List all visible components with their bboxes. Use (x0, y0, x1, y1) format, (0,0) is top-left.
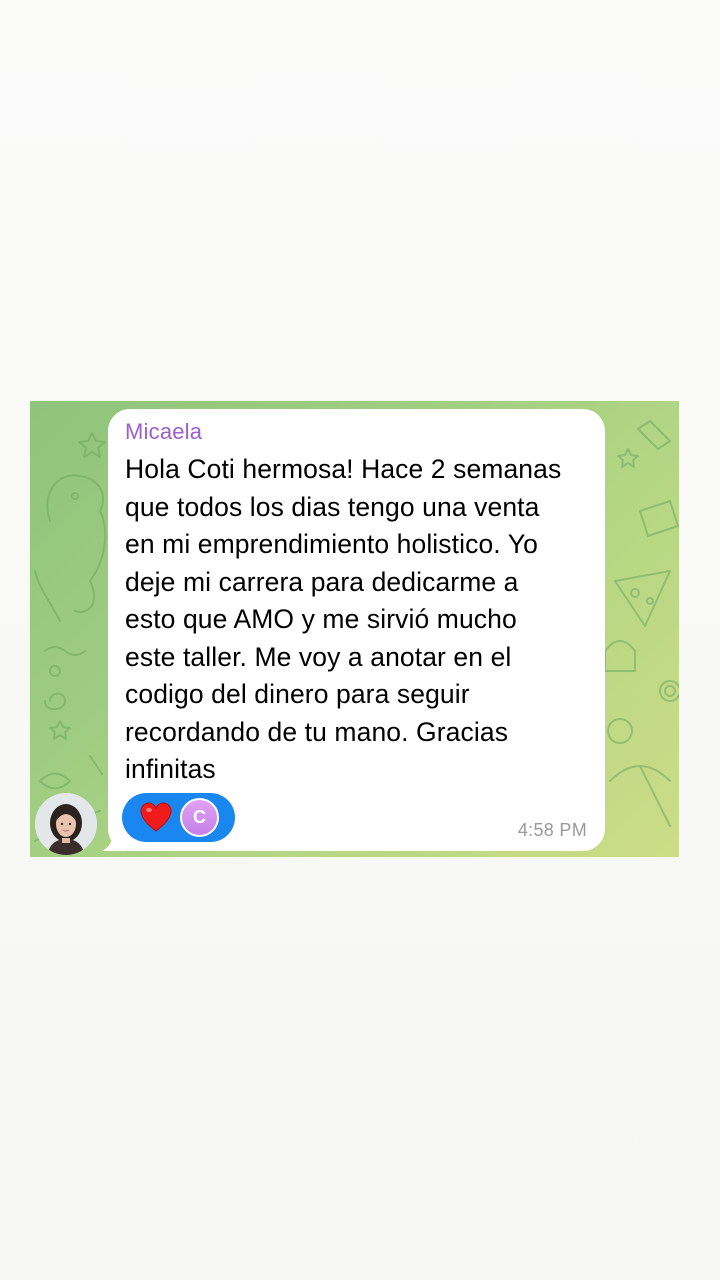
message-time: 4:58 PM (517, 820, 587, 840)
reactor-avatar: C (180, 798, 219, 837)
chat-background: Micaela Hola Coti hermosa! Hace 2 semana… (30, 401, 679, 857)
message-text: Hola Coti hermosa! Hace 2 semanas que to… (125, 454, 562, 784)
sender-name[interactable]: Micaela (125, 419, 587, 445)
message-bubble[interactable]: Micaela Hola Coti hermosa! Hace 2 semana… (108, 409, 605, 851)
avatar-photo (35, 793, 97, 855)
sender-avatar[interactable] (35, 793, 97, 855)
heart-icon (140, 802, 172, 832)
reaction-pill[interactable]: C (122, 793, 235, 842)
screenshot-page: Micaela Hola Coti hermosa! Hace 2 semana… (0, 0, 720, 1280)
